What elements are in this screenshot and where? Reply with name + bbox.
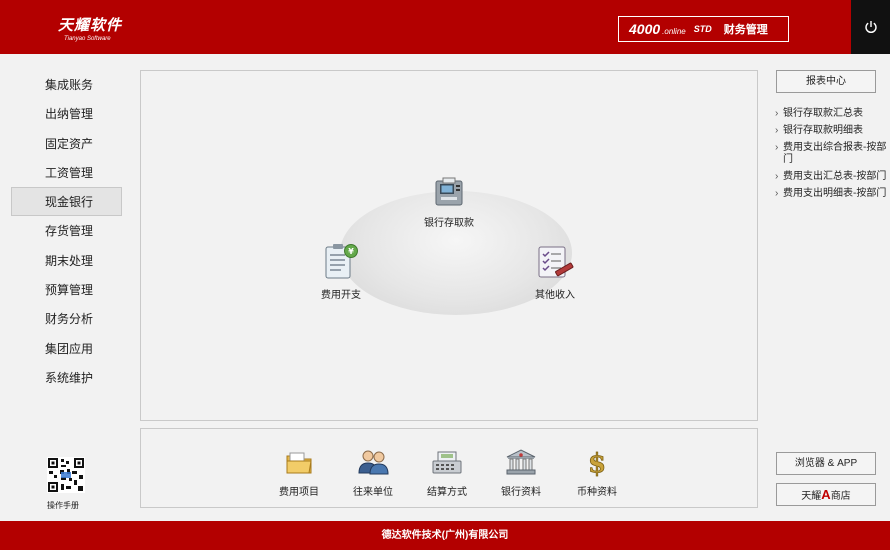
- dollar-icon: $: [588, 449, 607, 480]
- report-list: 银行存取款汇总表 银行存取款明细表 费用支出综合报表-按部门 费用支出汇总表-按…: [775, 108, 890, 205]
- manual-link[interactable]: 操作手册: [47, 457, 85, 511]
- browser-app-button[interactable]: 浏览器 & APP: [776, 452, 876, 475]
- cash-bank-flow-panel: 银行存取款 ¥ 费用开支 其他收入: [140, 70, 758, 421]
- master-data-toolbar: 费用项目 往来单位 结算方式 银行资料 $ 币种资料: [140, 428, 758, 508]
- power-button[interactable]: [851, 0, 890, 54]
- toolbar-label-currency-info: 币种资料: [577, 487, 617, 498]
- sidebar-item-period-end[interactable]: 期末处理: [11, 246, 122, 275]
- sidebar-item-financial-analysis[interactable]: 财务分析: [11, 304, 122, 333]
- toolbar-label-settlement-methods: 结算方式: [427, 487, 467, 498]
- sidebar-item-inventory[interactable]: 存货管理: [11, 216, 122, 245]
- toolbar-bank-info[interactable]: 银行资料: [501, 447, 541, 498]
- receipt-pen-icon: [538, 246, 574, 278]
- product-edition: STD: [693, 24, 712, 34]
- flow-label-income: 其他收入: [535, 290, 575, 301]
- store-suffix: 商店: [830, 491, 851, 502]
- flow-label-bank: 银行存取款: [424, 218, 474, 229]
- svg-text:$: $: [588, 449, 606, 477]
- sidebar-item-system-maintenance[interactable]: 系统维护: [11, 363, 122, 392]
- product-badge: 4000 .online STD 财务管理: [618, 16, 789, 42]
- sidebar-item-budget[interactable]: 预算管理: [11, 275, 122, 304]
- product-name: 财务管理: [723, 24, 768, 36]
- sidebar-item-fixed-assets[interactable]: 固定资产: [11, 129, 122, 158]
- sidebar-item-integrated-accounts[interactable]: 集成账务: [11, 70, 122, 99]
- app-header: 天耀软件 Tianyao Software 4000 .online STD 财…: [0, 0, 890, 54]
- product-number: 4000: [629, 21, 661, 37]
- qr-code-icon: [47, 457, 85, 493]
- sidebar-item-group-apps[interactable]: 集团应用: [11, 334, 122, 363]
- report-link-expense-summary[interactable]: 费用支出汇总表-按部门: [775, 171, 890, 183]
- report-link-expense-detail[interactable]: 费用支出明细表-按部门: [775, 188, 890, 200]
- power-icon: [864, 21, 877, 34]
- store-logo-letter: A: [821, 487, 831, 502]
- flow-node-other-income[interactable]: 其他收入: [533, 243, 577, 301]
- brand-logo: 天耀软件 Tianyao Software: [58, 14, 122, 42]
- toolbar-settlement-methods[interactable]: 结算方式: [427, 447, 467, 498]
- report-link-expense-comprehensive[interactable]: 费用支出综合报表-按部门: [775, 142, 890, 166]
- atm-icon: [435, 177, 463, 206]
- cash-register-icon: [432, 451, 462, 474]
- logo-main-text: 天耀软件: [58, 17, 123, 34]
- toolbar-currency-info[interactable]: $ 币种资料: [577, 447, 617, 498]
- toolbar-label-expense-items: 费用项目: [279, 487, 319, 498]
- footer-company: 德达软件技术(广州)有限公司: [0, 521, 890, 550]
- report-link-bank-detail[interactable]: 银行存取款明细表: [775, 125, 890, 137]
- app-store-button[interactable]: 天耀A商店: [776, 483, 876, 506]
- store-prefix: 天耀: [801, 491, 822, 502]
- people-icon: [358, 450, 389, 475]
- manual-label: 操作手册: [47, 501, 79, 510]
- clipboard-yen-icon: ¥: [325, 244, 358, 279]
- folder-icon: [286, 452, 312, 474]
- bank-building-icon: [506, 449, 536, 475]
- report-center-button[interactable]: 报表中心: [776, 70, 876, 93]
- sidebar-item-cash-bank[interactable]: 现金银行: [11, 187, 122, 217]
- sidebar-item-payroll[interactable]: 工资管理: [11, 158, 122, 187]
- toolbar-label-bank-info: 银行资料: [501, 487, 541, 498]
- toolbar-counterparties[interactable]: 往来单位: [353, 447, 393, 498]
- sidebar-nav: 集成账务 出纳管理 固定资产 工资管理 现金银行 存货管理 期末处理 预算管理 …: [11, 70, 122, 392]
- toolbar-label-counterparties: 往来单位: [353, 487, 393, 498]
- report-link-bank-summary[interactable]: 银行存取款汇总表: [775, 108, 890, 120]
- svg-text:¥: ¥: [348, 247, 354, 256]
- flow-node-expense[interactable]: ¥ 费用开支: [321, 243, 361, 301]
- sidebar-item-cashier[interactable]: 出纳管理: [11, 99, 122, 128]
- flow-node-bank-deposit-withdrawal[interactable]: 银行存取款: [424, 175, 474, 229]
- product-online: .online: [662, 26, 686, 36]
- toolbar-expense-items[interactable]: 费用项目: [279, 447, 319, 498]
- logo-sub-text: Tianyao Software: [64, 36, 111, 42]
- flow-label-expense: 费用开支: [321, 290, 361, 301]
